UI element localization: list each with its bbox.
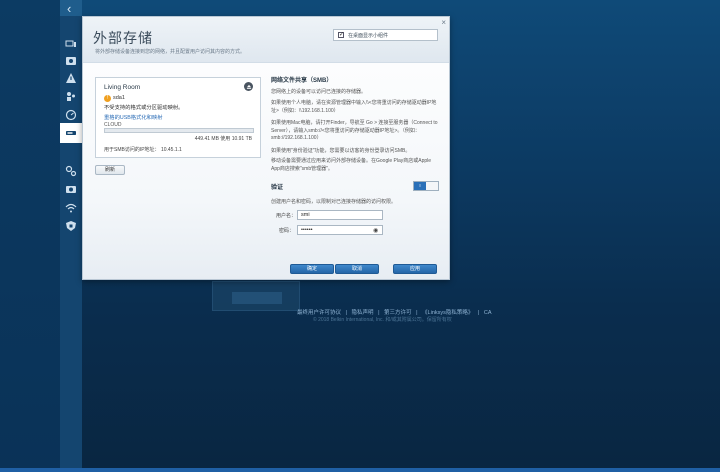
parental-icon[interactable] (60, 86, 82, 106)
chevron-left-icon[interactable]: ‹ (67, 1, 71, 16)
smb-paragraph: 如果使用Mac电脑，请打开Finder，导航至 Go > 连接至服务器（Conn… (271, 120, 438, 142)
wifi-icon[interactable] (60, 198, 82, 218)
password-input[interactable] (297, 225, 383, 235)
drive-name: sda1 (113, 95, 125, 101)
password-label: 密码： (279, 228, 295, 234)
show-on-desktop-checkbox[interactable]: ✓ (338, 32, 344, 38)
username-input[interactable] (297, 210, 383, 220)
show-on-desktop-option[interactable]: ✓ 在桌面显示小组件 (333, 29, 438, 41)
smb-paragraph: 您网络上的设备可以访问已连接的存储器。 (271, 89, 367, 95)
footer-links: 最终用户许可协议 | 隐私声明 | 第三方许可 | 《Linksys隐私策略》 … (297, 308, 495, 316)
smb-ip-value: 10.45.1.1 (160, 147, 182, 153)
dialog-header: 外部存储 将外部存储设备连接到您的网络，并且配置用户访问其内容的方式。 × ✓ … (83, 17, 449, 63)
smb-paragraph: 如果使用"身份验证"功能，您需要以访客的身份登录访问SMB。 (271, 148, 411, 154)
dialog-subtitle: 将外部存储设备连接到您的网络，并且配置用户访问其内容的方式。 (95, 49, 246, 55)
auth-toggle[interactable]: I (413, 181, 439, 191)
copyright: © 2018 Belkin International, Inc. 和/或其附属… (313, 317, 452, 323)
cancel-button[interactable]: 取消 (335, 264, 379, 274)
show-password-icon[interactable]: ◉ (373, 227, 378, 234)
speed-icon[interactable] (60, 105, 82, 125)
storage-card: Living Room ! sda1 不受支持的格式或分区驱动映射。 重格的US… (95, 77, 261, 158)
smb-paragraph: 移动设备需要通过应用来访问外部存储设备。在Google Play商店或Apple… (271, 158, 432, 172)
eject-icon[interactable] (244, 82, 253, 91)
storage-usage-bar (104, 128, 254, 133)
smb-ip-label: 用于SMB访问的IP地址： (104, 147, 160, 153)
smb-section-title: 网络文件共享（SMB） (271, 78, 333, 84)
show-on-desktop-label: 在桌面显示小组件 (348, 32, 389, 39)
sidebar (0, 0, 60, 472)
close-icon[interactable]: × (441, 18, 446, 27)
username-label: 用户名： (276, 213, 297, 219)
footer-separator: | (477, 310, 480, 316)
auth-section-title: 验证 (271, 185, 284, 191)
warning-icon: ! (104, 95, 111, 102)
settings-icon[interactable] (60, 161, 82, 181)
format-drive-link[interactable]: 重格的USB格式化和映射 (104, 113, 163, 121)
storage-icon[interactable] (60, 123, 82, 143)
auth-toggle-off[interactable] (426, 182, 438, 190)
smb-ip-line: 用于SMB访问的IP地址： 10.45.1.1 (104, 146, 182, 153)
background-panel-inner (232, 292, 282, 304)
drive-message: 不受支持的格式或分区驱动映射。 (104, 105, 184, 111)
smb-paragraph: 如果使用个人电脑，请在资源管理器中输入\\<您将重访问的存储驱动器IP地址>（例… (271, 100, 437, 114)
alert-icon[interactable] (60, 68, 82, 88)
external-storage-dialog: 外部存储 将外部存储设备连接到您的网络，并且配置用户访问其内容的方式。 × ✓ … (82, 16, 450, 280)
storage-usage-text: 449.41 MB 使用 10.91 TB (194, 136, 252, 142)
auth-description: 创建用户名和密码，以限制对已连接存储器的访问权限。 (271, 199, 397, 205)
refresh-button[interactable]: 刷新 (95, 165, 125, 175)
dialog-title: 外部存储 (93, 30, 153, 46)
ca-link[interactable]: CA (484, 310, 492, 316)
apply-button[interactable]: 应用 (393, 264, 437, 274)
storage-location: Living Room (104, 84, 141, 91)
ok-button[interactable]: 确定 (290, 264, 334, 274)
bottom-bar (0, 468, 720, 472)
auth-toggle-on[interactable]: I (414, 182, 426, 190)
camera-icon[interactable] (60, 179, 82, 199)
security-icon[interactable] (60, 216, 82, 236)
